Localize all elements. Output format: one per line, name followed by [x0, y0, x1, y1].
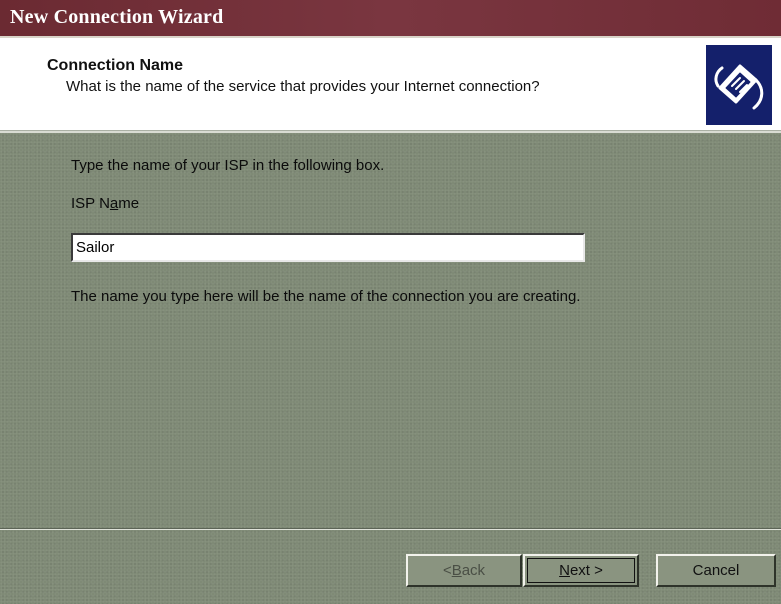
- wizard-header: Connection Name What is the name of the …: [0, 38, 781, 132]
- page-subtitle: What is the name of the service that pro…: [66, 78, 540, 95]
- back-button-accelerator: B: [451, 562, 462, 579]
- back-button[interactable]: < Back: [406, 554, 522, 587]
- footer-divider: [0, 528, 781, 530]
- next-button[interactable]: Next >: [523, 554, 639, 587]
- window-title: New Connection Wizard: [10, 6, 224, 28]
- wizard-content: Type the name of your ISP in the followi…: [0, 133, 781, 513]
- network-cable-icon: [706, 45, 772, 125]
- back-button-suffix: ack: [461, 562, 486, 579]
- connection-name-note: The name you type here will be the name …: [71, 288, 581, 305]
- isp-name-label: ISP Name: [71, 195, 139, 212]
- back-button-prefix: <: [442, 562, 452, 579]
- instruction-text: Type the name of your ISP in the followi…: [71, 157, 385, 174]
- page-title: Connection Name: [47, 57, 184, 74]
- wizard-window: New Connection Wizard Connection Name Wh…: [0, 0, 781, 604]
- next-button-suffix: ext >: [569, 562, 603, 579]
- cancel-button[interactable]: Cancel: [656, 554, 776, 587]
- isp-name-label-accelerator: a: [109, 195, 119, 212]
- next-button-accelerator: N: [559, 562, 570, 579]
- isp-name-label-suffix: me: [118, 195, 140, 212]
- title-bar[interactable]: New Connection Wizard: [0, 0, 781, 38]
- isp-name-input[interactable]: [71, 233, 585, 262]
- isp-name-label-prefix: ISP N: [71, 195, 110, 212]
